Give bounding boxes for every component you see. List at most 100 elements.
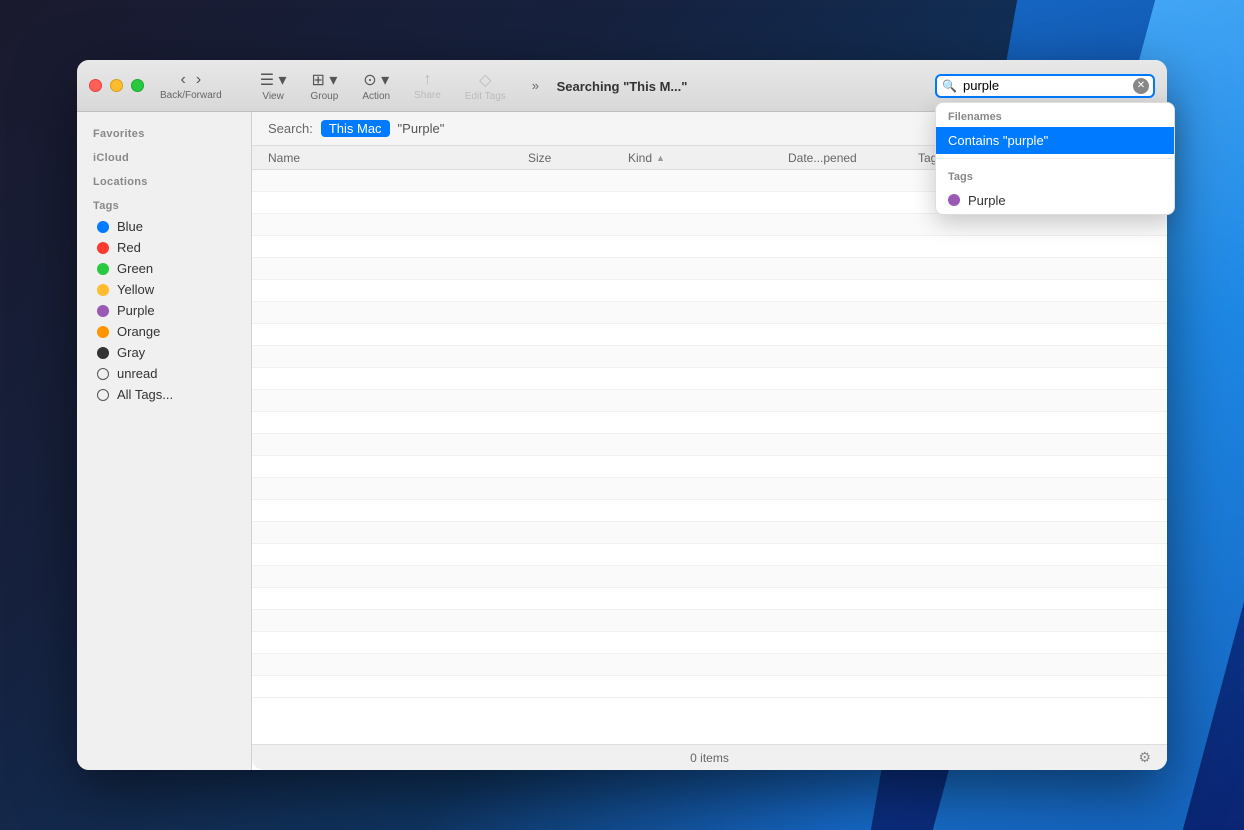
window-title-main: Searching "This M..."	[557, 79, 688, 94]
table-row	[252, 258, 1167, 280]
dropdown-separator	[936, 158, 1174, 159]
status-gear-icon[interactable]: ⚙	[1138, 749, 1151, 766]
sidebar-item-all-tags[interactable]: All Tags...	[81, 384, 247, 405]
sidebar-item-green-label: Green	[117, 261, 153, 276]
table-row	[252, 390, 1167, 412]
sort-arrow-icon: ▲	[656, 153, 665, 163]
maximize-button[interactable]	[131, 79, 144, 92]
sidebar-item-red-label: Red	[117, 240, 141, 255]
green-dot	[97, 263, 109, 275]
sidebar-item-orange-label: Orange	[117, 324, 160, 339]
table-row	[252, 368, 1167, 390]
action-button[interactable]: ⊙ ▾ Action	[360, 68, 392, 104]
search-clear-button[interactable]: ✕	[1133, 78, 1149, 94]
table-row	[252, 654, 1167, 676]
finder-window: ‹ › Back/Forward ☰ ▾ View ⊞ ▾ Group ⊙ ▾ …	[77, 60, 1167, 770]
sidebar-item-blue[interactable]: Blue	[81, 216, 247, 237]
blue-dot	[97, 221, 109, 233]
group-button[interactable]: ⊞ ▾ Group	[309, 68, 341, 104]
search-icon: 🔍	[942, 79, 957, 93]
filename-contains-item[interactable]: Contains "purple"	[936, 127, 1174, 154]
minimize-button[interactable]	[110, 79, 123, 92]
share-icon: ↑	[423, 71, 431, 89]
status-items-count: 0 items	[690, 751, 729, 765]
table-row	[252, 302, 1167, 324]
edit-tags-button[interactable]: ◇ Edit Tags	[463, 68, 508, 104]
sidebar-item-all-tags-label: All Tags...	[117, 387, 173, 402]
locations-label: Locations	[77, 168, 251, 192]
purple-tag-label: Purple	[968, 193, 1006, 208]
col-header-name[interactable]: Name	[268, 151, 528, 165]
table-row	[252, 676, 1167, 698]
purple-tag-dot	[948, 194, 960, 206]
table-row	[252, 588, 1167, 610]
table-row	[252, 522, 1167, 544]
title-bar: ‹ › Back/Forward ☰ ▾ View ⊞ ▾ Group ⊙ ▾ …	[77, 60, 1167, 112]
gray-dot	[97, 347, 109, 359]
col-header-size[interactable]: Size	[528, 151, 628, 165]
view-icon: ☰ ▾	[260, 70, 287, 90]
window-title-area: Searching "This M..."	[557, 60, 688, 112]
orange-dot	[97, 326, 109, 338]
all-tags-dot	[97, 389, 109, 401]
toolbar-items: ☰ ▾ View ⊞ ▾ Group ⊙ ▾ Action ↑ Share ◇ …	[258, 68, 543, 104]
sidebar-item-yellow-label: Yellow	[117, 282, 154, 297]
view-button[interactable]: ☰ ▾ View	[258, 68, 289, 104]
action-icon: ⊙ ▾	[363, 70, 389, 90]
edit-tags-label: Edit Tags	[465, 91, 506, 102]
favorites-label: Favorites	[77, 120, 251, 144]
loading-container: Loading...	[252, 698, 1167, 744]
sidebar-item-red[interactable]: Red	[81, 237, 247, 258]
table-row	[252, 346, 1167, 368]
filenames-header: Filenames	[936, 103, 1174, 127]
search-scope-label: Search:	[268, 121, 313, 136]
tags-label: Tags	[77, 192, 251, 216]
share-button[interactable]: ↑ Share	[412, 69, 443, 103]
sidebar-item-orange[interactable]: Orange	[81, 321, 247, 342]
sidebar-item-gray[interactable]: Gray	[81, 342, 247, 363]
sidebar-item-unread-label: unread	[117, 366, 157, 381]
table-row	[252, 566, 1167, 588]
table-row	[252, 500, 1167, 522]
file-list[interactable]: Loading...	[252, 170, 1167, 744]
tags-header: Tags	[936, 163, 1174, 187]
edit-tags-icon: ◇	[479, 70, 491, 90]
sidebar-item-purple[interactable]: Purple	[81, 300, 247, 321]
table-row	[252, 478, 1167, 500]
icloud-label: iCloud	[77, 144, 251, 168]
unread-dot	[97, 368, 109, 380]
action-label: Action	[362, 91, 390, 102]
table-row	[252, 544, 1167, 566]
forward-button[interactable]: ›	[192, 70, 205, 90]
view-label: View	[262, 91, 284, 102]
search-token-purple[interactable]: "Purple"	[398, 121, 445, 136]
traffic-lights	[89, 79, 144, 92]
search-token-this-mac[interactable]: This Mac	[321, 120, 390, 137]
sidebar-item-gray-label: Gray	[117, 345, 145, 360]
group-icon: ⊞ ▾	[311, 70, 337, 90]
table-row	[252, 412, 1167, 434]
sidebar: Favorites iCloud Locations Tags Blue Red…	[77, 112, 252, 770]
sidebar-item-blue-label: Blue	[117, 219, 143, 234]
table-row	[252, 434, 1167, 456]
sidebar-item-green[interactable]: Green	[81, 258, 247, 279]
nav-group: ‹ › Back/Forward	[160, 70, 222, 101]
table-row	[252, 236, 1167, 258]
col-header-kind[interactable]: Kind ▲	[628, 151, 788, 165]
sidebar-item-unread[interactable]: unread	[81, 363, 247, 384]
search-input[interactable]	[935, 74, 1155, 98]
search-container: 🔍 ✕ Filenames Contains "purple" Tags Pur…	[935, 74, 1155, 98]
search-dropdown: Filenames Contains "purple" Tags Purple	[935, 102, 1175, 215]
group-label: Group	[311, 91, 339, 102]
table-row	[252, 632, 1167, 654]
sidebar-item-yellow[interactable]: Yellow	[81, 279, 247, 300]
table-row	[252, 280, 1167, 302]
status-bar: 0 items ⚙	[252, 744, 1167, 770]
filename-contains-text: Contains "purple"	[948, 133, 1048, 148]
more-button[interactable]: »	[528, 78, 543, 93]
close-button[interactable]	[89, 79, 102, 92]
back-button[interactable]: ‹	[177, 70, 190, 90]
tags-purple-item[interactable]: Purple	[936, 187, 1174, 214]
col-header-date[interactable]: Date...pened	[788, 151, 918, 165]
nav-label: Back/Forward	[160, 90, 222, 101]
